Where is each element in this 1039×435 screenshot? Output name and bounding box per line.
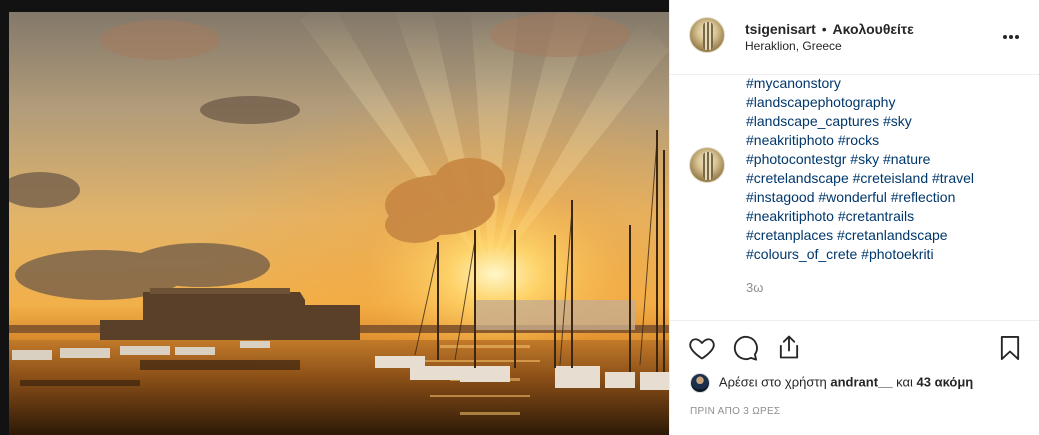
- photo-left-border: [0, 0, 9, 435]
- heart-icon[interactable]: [688, 334, 716, 362]
- hashtag-line[interactable]: #landscape_captures #sky: [746, 112, 1026, 131]
- author-avatar[interactable]: [689, 17, 725, 53]
- caption-hashtags: #mycanonstory #landscapephotography #lan…: [746, 76, 1026, 264]
- likes-summary: Αρέσει στο χρήστη andrant__ και 43 ακόμη: [690, 373, 973, 393]
- follow-status-button[interactable]: Ακολουθείτε: [833, 21, 914, 37]
- posted-time[interactable]: ΠΡΙΝ ΑΠΟ 3 ΩΡΕΣ: [690, 406, 780, 417]
- photo-top-border: [0, 0, 669, 12]
- post-actions: Αρέσει στο χρήστη andrant__ και 43 ακόμη…: [670, 320, 1039, 435]
- separator-dot: •: [821, 21, 827, 37]
- post-header: tsigenisart • Ακολουθείτε Heraklion, Gre…: [670, 0, 1039, 75]
- caption-author-avatar[interactable]: [689, 147, 725, 183]
- post-photo[interactable]: [0, 0, 669, 435]
- bookmark-icon[interactable]: [996, 334, 1024, 362]
- hashtag-line[interactable]: #photocontestgr #sky #nature: [746, 150, 1026, 169]
- sunset-harbor-image: [0, 0, 669, 435]
- liker-avatar[interactable]: [690, 373, 710, 393]
- hashtag-line[interactable]: #cretelandscape #creteisland #travel: [746, 169, 1026, 188]
- likes-middle: και: [896, 374, 913, 390]
- hashtag-line[interactable]: #landscapephotography: [746, 93, 1026, 112]
- share-icon[interactable]: [775, 333, 803, 361]
- likes-count-link[interactable]: 43 ακόμη: [917, 374, 974, 389]
- comment-icon[interactable]: [731, 334, 759, 362]
- more-options-icon[interactable]: [1002, 24, 1020, 45]
- likes-prefix: Αρέσει στο χρήστη: [718, 374, 827, 390]
- liker-username[interactable]: andrant__: [830, 374, 892, 389]
- author-line: tsigenisart • Ακολουθείτε: [745, 21, 914, 37]
- hashtag-line[interactable]: #colours_of_crete #photoekriti: [746, 245, 1026, 264]
- hashtag-line[interactable]: #mycanonstory: [746, 76, 1026, 93]
- hashtag-line[interactable]: #neakritiphoto #rocks: [746, 131, 1026, 150]
- caption-time-ago[interactable]: 3ω: [746, 280, 763, 295]
- hashtag-line[interactable]: #cretanplaces #cretanlandscape: [746, 226, 1026, 245]
- hashtag-line[interactable]: #neakritiphoto #cretantrails: [746, 207, 1026, 226]
- hashtag-line[interactable]: #instagood #wonderful #reflection: [746, 188, 1026, 207]
- author-username[interactable]: tsigenisart: [745, 21, 816, 37]
- post-location[interactable]: Heraklion, Greece: [745, 39, 842, 53]
- caption-area: #mycanonstory #landscapephotography #lan…: [670, 76, 1039, 320]
- post-side-panel: tsigenisart • Ακολουθείτε Heraklion, Gre…: [669, 0, 1039, 435]
